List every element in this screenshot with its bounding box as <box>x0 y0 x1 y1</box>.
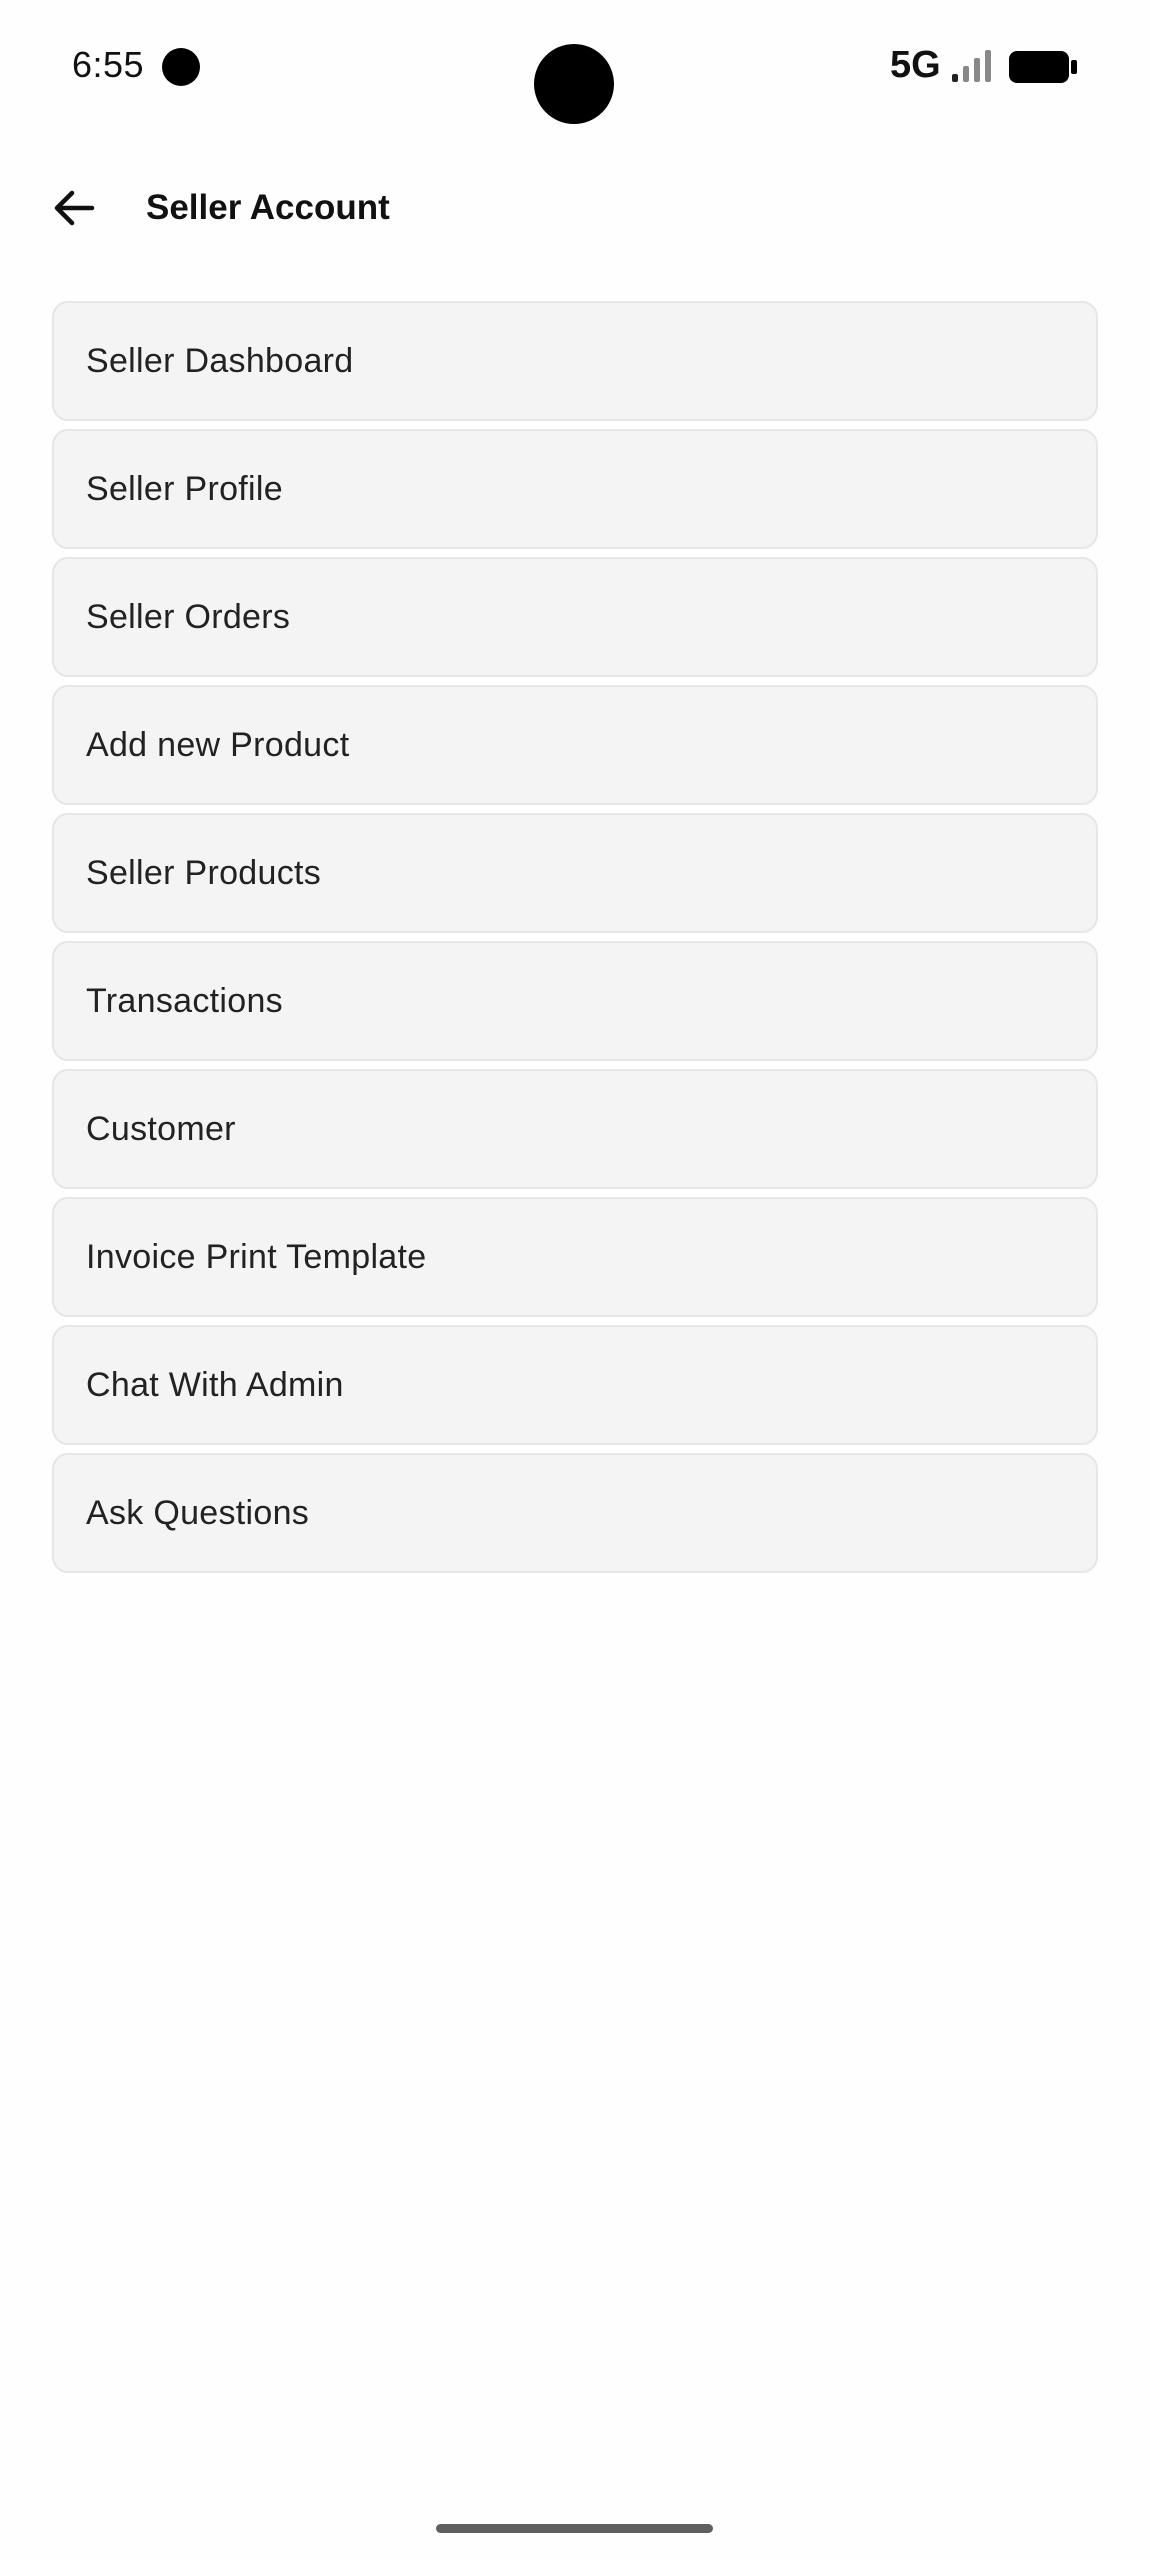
menu-item-seller-profile[interactable]: Seller Profile <box>52 429 1098 549</box>
signal-strength-icon <box>952 50 991 82</box>
menu-item-label: Add new Product <box>86 725 350 764</box>
menu-item-label: Transactions <box>86 981 283 1020</box>
page-title: Seller Account <box>146 188 390 227</box>
arrow-left-icon <box>54 190 95 226</box>
battery-icon <box>1009 51 1077 83</box>
status-time: 6:55 <box>72 44 145 85</box>
menu-item-label: Seller Orders <box>86 597 291 636</box>
notification-dot-icon <box>162 48 200 86</box>
app-bar: Seller Account <box>0 160 1150 256</box>
menu-item-seller-orders[interactable]: Seller Orders <box>52 557 1098 677</box>
menu-item-ask-questions[interactable]: Ask Questions <box>52 1453 1098 1573</box>
menu-item-seller-products[interactable]: Seller Products <box>52 813 1098 933</box>
menu-item-transactions[interactable]: Transactions <box>52 941 1098 1061</box>
menu-item-label: Seller Profile <box>86 469 283 508</box>
seller-menu-list: Seller Dashboard Seller Profile Seller O… <box>52 301 1098 1581</box>
menu-item-invoice-print-template[interactable]: Invoice Print Template <box>52 1197 1098 1317</box>
menu-item-label: Ask Questions <box>86 1493 310 1532</box>
menu-item-label: Seller Products <box>86 853 322 892</box>
menu-item-seller-dashboard[interactable]: Seller Dashboard <box>52 301 1098 421</box>
camera-cutout <box>534 44 614 124</box>
menu-item-customer[interactable]: Customer <box>52 1069 1098 1189</box>
menu-item-label: Seller Dashboard <box>86 341 354 380</box>
status-bar: 6:55 5G <box>0 0 1150 140</box>
menu-item-add-new-product[interactable]: Add new Product <box>52 685 1098 805</box>
network-type: 5G <box>890 44 941 86</box>
menu-item-label: Invoice Print Template <box>86 1237 427 1276</box>
menu-item-chat-with-admin[interactable]: Chat With Admin <box>52 1325 1098 1445</box>
menu-item-label: Customer <box>86 1109 236 1148</box>
seller-account-screen: 6:55 5G Seller Account Seller Dashboard … <box>0 0 1150 2560</box>
menu-item-label: Chat With Admin <box>86 1365 344 1404</box>
back-button[interactable] <box>36 170 112 246</box>
home-indicator[interactable] <box>436 2524 713 2533</box>
